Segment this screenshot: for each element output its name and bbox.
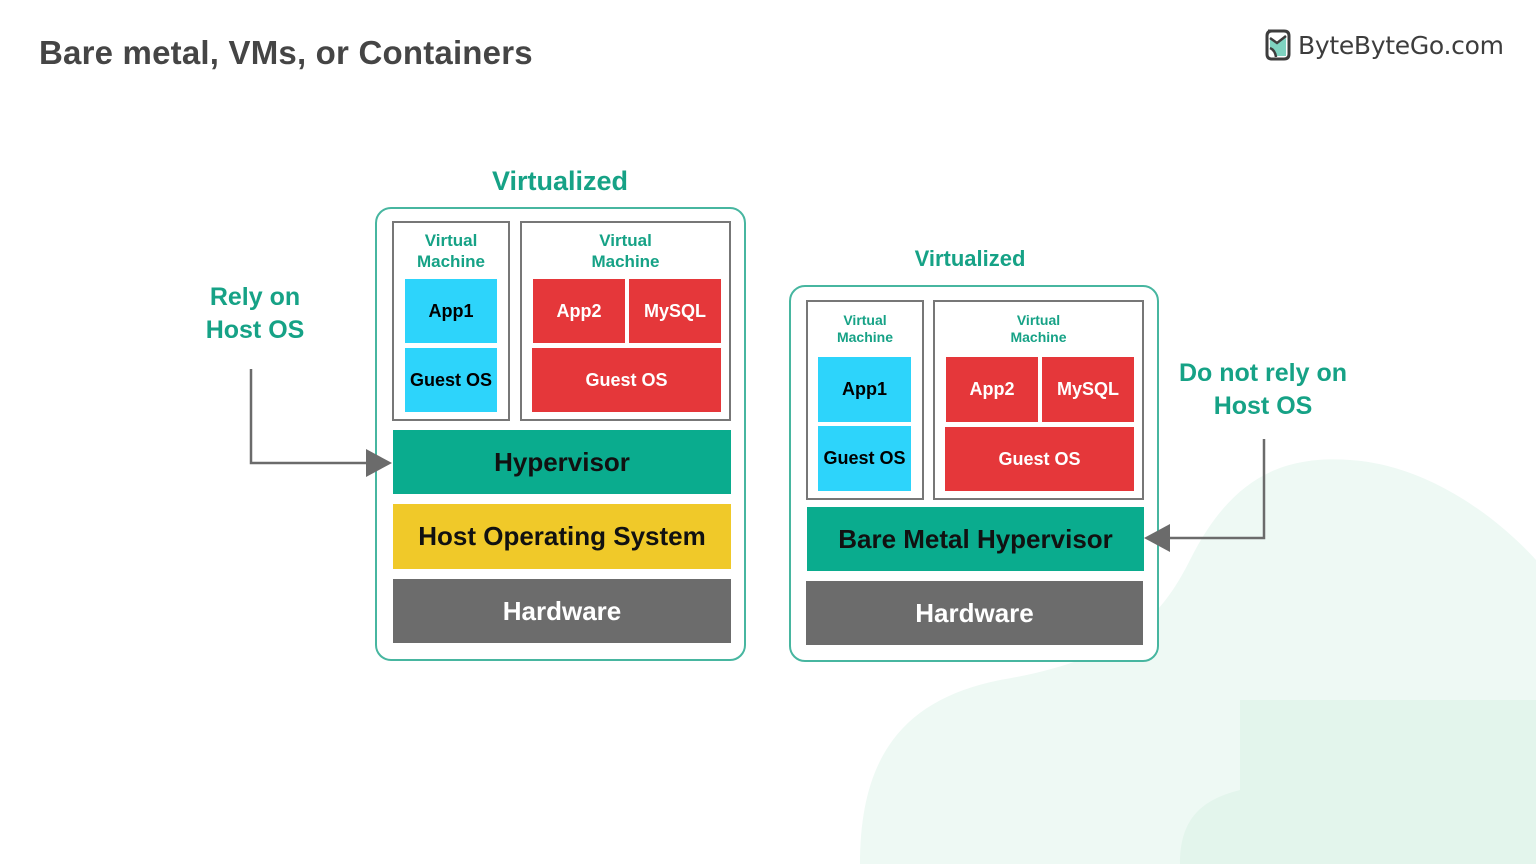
background-blob	[860, 459, 1536, 864]
left-annotation-line-2: Host OS	[205, 315, 305, 344]
right-annotation-line-2: Host OS	[1213, 391, 1313, 420]
page-title: Bare metal, VMs, or Containers	[39, 34, 533, 71]
right-annotation: Do not rely on Host OS	[1163, 357, 1363, 422]
bytebytego-logo-icon	[1265, 29, 1291, 61]
vm-label: Virtual Machine	[394, 231, 508, 272]
right-annotation-line-1: Do not rely on	[1178, 359, 1348, 387]
left-host-os-layer: Host Operating System	[393, 504, 731, 569]
right-bare-metal-hypervisor-layer: Bare Metal Hypervisor	[807, 507, 1144, 571]
vm-label-line-2: Machine	[836, 329, 893, 346]
right-vm2-guest-os: Guest OS	[945, 427, 1134, 491]
left-hypervisor-layer: Hypervisor	[393, 430, 731, 494]
vm-label: Virtual Machine	[935, 312, 1142, 346]
vm-label-line-2: Machine	[1010, 329, 1067, 346]
right-hardware-layer: Hardware	[806, 581, 1143, 645]
vm-label-line-1: Virtual	[599, 231, 652, 250]
brand-logo: ByteByteGo.com	[1264, 28, 1504, 62]
vm-label-line-2: Machine	[416, 251, 486, 271]
left-vm1-app1: App1	[405, 279, 497, 343]
left-annotation: Rely on Host OS	[180, 281, 330, 346]
left-vm1-guest-os: Guest OS	[405, 348, 497, 412]
right-diagram-title: Virtualized	[914, 246, 1026, 271]
vm-label: Virtual Machine	[522, 231, 729, 272]
vm-label-line-1: Virtual	[843, 312, 887, 328]
vm-label-line-1: Virtual	[424, 231, 478, 250]
right-vm2-mysql: MySQL	[1042, 357, 1134, 422]
right-vm2-app2: App2	[946, 357, 1038, 422]
left-vm2-guest-os: Guest OS	[532, 348, 721, 412]
left-hardware-layer: Hardware	[393, 579, 731, 643]
left-vm2-mysql: MySQL	[629, 279, 721, 343]
vm-label-line-2: Machine	[591, 251, 660, 271]
vm-label: Virtual Machine	[808, 312, 922, 346]
right-vm1-guest-os: Guest OS	[818, 426, 911, 491]
right-vm1-app1: App1	[818, 357, 911, 422]
left-vm2-app2: App2	[533, 279, 625, 343]
left-diagram-title: Virtualized	[491, 166, 629, 196]
vm-label-line-1: Virtual	[1016, 312, 1061, 328]
left-annotation-line-1: Rely on	[209, 283, 301, 311]
brand-name: ByteByteGo.com	[1298, 30, 1504, 60]
